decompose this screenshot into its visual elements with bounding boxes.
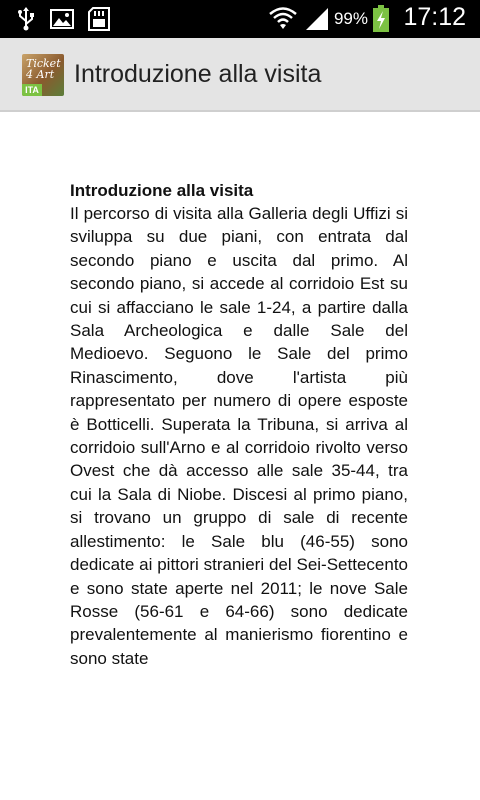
app-logo[interactable]: Ticket 4 Art ITA [22,54,64,96]
sd-card-icon [88,7,110,31]
content-article: Introduzione alla visita Il percorso di … [70,180,408,670]
article-body: Il percorso di visita alla Galleria degl… [70,204,408,668]
image-icon [50,9,74,29]
status-time: 17:12 [403,3,466,31]
action-bar: Ticket 4 Art ITA Introduzione alla visit… [0,38,480,112]
battery-charging-icon [373,5,389,32]
status-bar: 99% 17:12 [0,0,480,38]
page-title: Introduzione alla visita [74,60,322,88]
wifi-icon [269,7,297,29]
app-logo-tag: ITA [22,84,42,96]
app-logo-text: Ticket 4 Art [26,57,61,81]
battery-percent: 99% [333,9,368,28]
signal-icon [306,8,328,30]
usb-icon [18,7,34,31]
article-heading: Introduzione alla visita [70,181,254,200]
